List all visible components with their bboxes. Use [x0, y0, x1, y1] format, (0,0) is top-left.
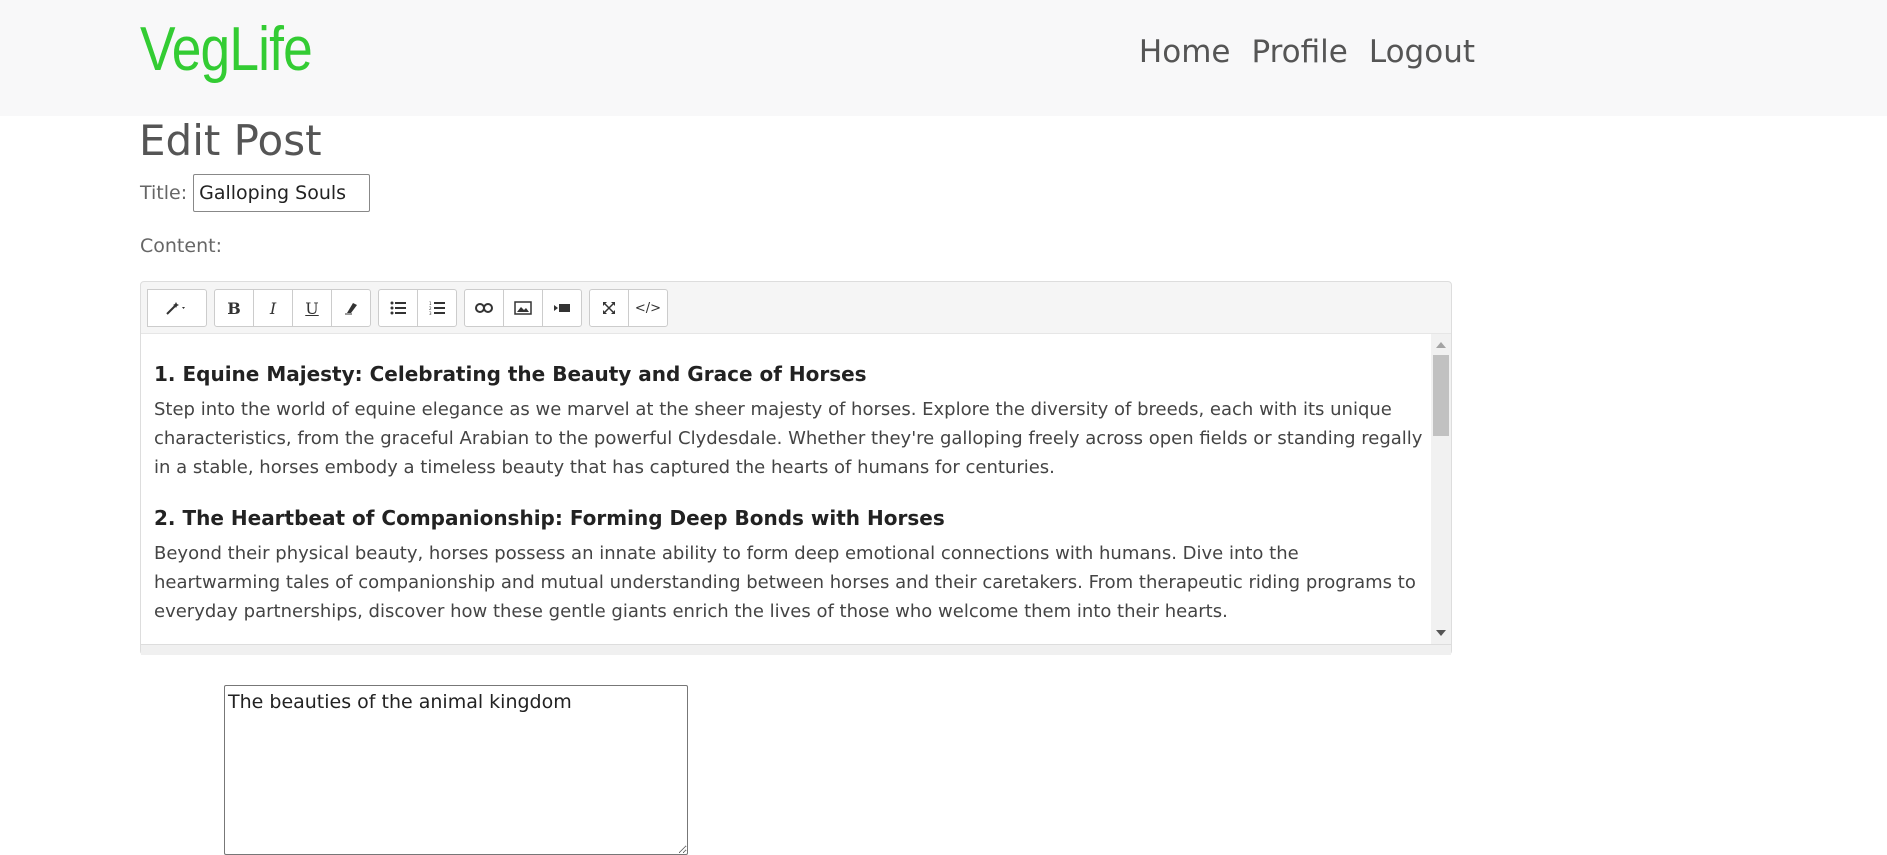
editor-scrollbar[interactable] [1431, 334, 1451, 644]
insert-video-button[interactable] [542, 289, 582, 327]
italic-button[interactable]: I [253, 289, 293, 327]
clear-format-button[interactable] [331, 289, 371, 327]
toolbar-group-font: B I U [214, 289, 371, 327]
section-body: Step into the world of equine elegance a… [154, 399, 1423, 478]
fullscreen-icon [602, 301, 616, 315]
editor-toolbar: B I U 123 </> [147, 289, 668, 327]
bold-icon: B [227, 298, 241, 318]
video-icon [553, 302, 571, 314]
unordered-list-icon [390, 301, 406, 315]
description-textarea[interactable]: The beauties of the animal kingdom [224, 685, 688, 855]
fullscreen-button[interactable] [589, 289, 629, 327]
code-view-button[interactable]: </> [628, 289, 668, 327]
unordered-list-button[interactable] [378, 289, 418, 327]
section-heading: 2. The Heartbeat of Companionship: Formi… [154, 506, 945, 530]
editor-resize-bar[interactable] [141, 644, 1451, 655]
nav-profile-link[interactable]: Profile [1251, 34, 1347, 70]
insert-image-button[interactable] [503, 289, 543, 327]
nav-home-link[interactable]: Home [1139, 34, 1231, 70]
brand-logo[interactable]: VegLife [140, 14, 313, 85]
nav-logout-link[interactable]: Logout [1369, 34, 1475, 70]
navbar: VegLife Home Profile Logout [0, 0, 1887, 116]
nav-links: Home Profile Logout [1139, 34, 1475, 70]
svg-text:3: 3 [429, 311, 432, 315]
section-body: Beyond their physical beauty, horses pos… [154, 543, 1416, 622]
title-label: Title: [140, 182, 188, 204]
underline-icon: U [305, 298, 319, 318]
scroll-down-arrow-icon[interactable] [1436, 630, 1446, 636]
page-title: Edit Post [139, 116, 322, 165]
magic-wand-icon [165, 300, 189, 316]
editor-content: 1. Equine Majesty: Celebrating the Beaut… [154, 362, 1424, 644]
toolbar-group-style [147, 289, 207, 327]
title-input[interactable] [193, 174, 371, 212]
insert-link-button[interactable] [464, 289, 504, 327]
eraser-icon [344, 301, 358, 315]
code-view-icon: </> [634, 300, 662, 316]
italic-icon: I [269, 298, 277, 318]
underline-button[interactable]: U [292, 289, 332, 327]
title-row: Title: [140, 174, 371, 212]
link-icon [475, 303, 493, 313]
editor-content-area[interactable]: 1. Equine Majesty: Celebrating the Beaut… [141, 333, 1451, 644]
scroll-up-arrow-icon[interactable] [1436, 342, 1446, 348]
content-label: Content: [140, 235, 222, 257]
ordered-list-button[interactable]: 123 [417, 289, 457, 327]
scroll-thumb[interactable] [1433, 355, 1449, 436]
bold-button[interactable]: B [214, 289, 254, 327]
image-icon [514, 301, 532, 315]
ordered-list-icon: 123 [429, 301, 445, 315]
rich-text-editor: B I U 123 </> 1. Equine Majesty: Celebra… [140, 281, 1452, 655]
style-dropdown-button[interactable] [147, 289, 207, 327]
toolbar-group-para: 123 [378, 289, 457, 327]
section-heading: 1. Equine Majesty: Celebrating the Beaut… [154, 362, 867, 386]
toolbar-group-view: </> [589, 289, 668, 327]
toolbar-group-insert [464, 289, 582, 327]
